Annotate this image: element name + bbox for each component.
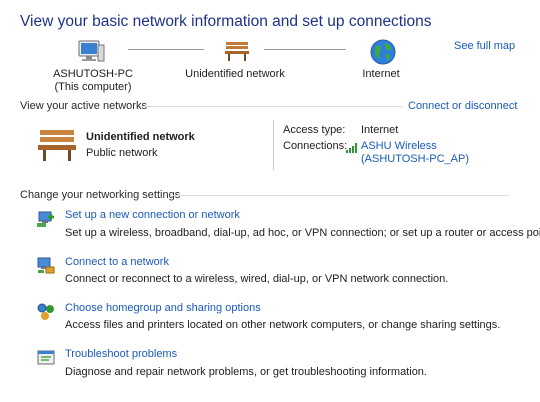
connection-ssid-link[interactable]: (ASHUTOSH-PC_AP) <box>361 153 469 165</box>
see-full-map-link[interactable]: See full map <box>454 40 515 52</box>
troubleshoot-icon <box>36 348 56 373</box>
homegroup-sharing-link[interactable]: Choose homegroup and sharing options <box>65 302 261 314</box>
access-type-label: Access type: <box>283 124 346 136</box>
bench-icon <box>36 128 78 167</box>
connect-or-disconnect-link[interactable]: Connect or disconnect <box>408 100 517 112</box>
section-divider <box>171 195 509 196</box>
bench-icon <box>224 40 250 67</box>
map-connector-line <box>264 49 346 50</box>
connection-name-link[interactable]: ASHU Wireless <box>361 140 437 152</box>
computer-icon <box>76 40 106 71</box>
vertical-separator <box>273 120 274 170</box>
section-divider <box>140 106 402 107</box>
connect-network-icon <box>36 255 56 280</box>
setup-connection-desc: Set up a wireless, broadband, dial-up, a… <box>65 227 540 239</box>
setup-connection-link[interactable]: Set up a new connection or network <box>65 209 240 221</box>
globe-icon <box>369 38 397 71</box>
computer-subtitle: (This computer) <box>54 81 132 93</box>
map-network-name: Unidentified network <box>185 68 285 80</box>
active-network-name: Unidentified network <box>86 131 195 143</box>
change-settings-label: Change your networking settings <box>20 189 181 201</box>
connect-network-link[interactable]: Connect to a network <box>65 256 169 268</box>
troubleshoot-link[interactable]: Troubleshoot problems <box>65 348 177 360</box>
new-connection-icon <box>36 208 56 233</box>
troubleshoot-desc: Diagnose and repair network problems, or… <box>65 366 427 378</box>
connect-network-desc: Connect or reconnect to a wireless, wire… <box>65 273 449 285</box>
connections-label: Connections: <box>283 140 348 152</box>
page-title: View your basic network information and … <box>20 13 432 30</box>
homegroup-sharing-desc: Access files and printers located on oth… <box>65 319 501 331</box>
computer-name: ASHUTOSH-PC <box>53 68 133 80</box>
map-internet-label: Internet <box>362 68 400 80</box>
homegroup-icon <box>36 302 56 327</box>
access-type-value: Internet <box>361 124 399 136</box>
map-connector-line <box>128 49 204 50</box>
active-network-type[interactable]: Public network <box>86 147 158 159</box>
signal-bars-icon <box>346 140 359 158</box>
active-networks-label: View your active networks <box>20 100 147 112</box>
